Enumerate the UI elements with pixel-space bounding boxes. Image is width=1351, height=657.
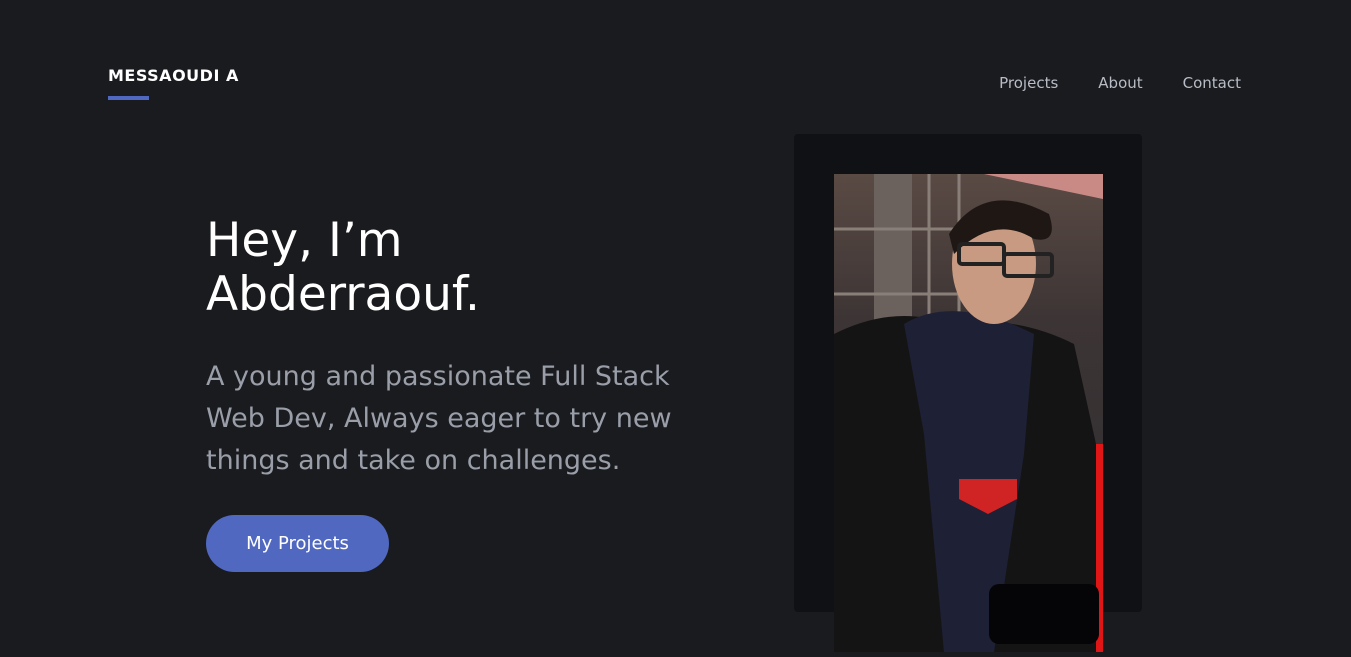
nav-contact[interactable]: Contact [1183, 74, 1241, 92]
main-nav: Projects About Contact [999, 74, 1241, 92]
profile-photo-illustration [834, 174, 1103, 652]
nav-about[interactable]: About [1098, 74, 1142, 92]
nav-projects[interactable]: Projects [999, 74, 1058, 92]
hero-subtitle: A young and passionate Full Stack Web De… [206, 361, 672, 476]
logo-underline [108, 96, 149, 100]
my-projects-button[interactable]: My Projects [206, 515, 389, 572]
site-logo[interactable]: MESSAOUDI A [108, 66, 239, 85]
hero-title: Hey, I’m Abderraouf. [206, 213, 480, 322]
profile-photo [834, 174, 1103, 652]
